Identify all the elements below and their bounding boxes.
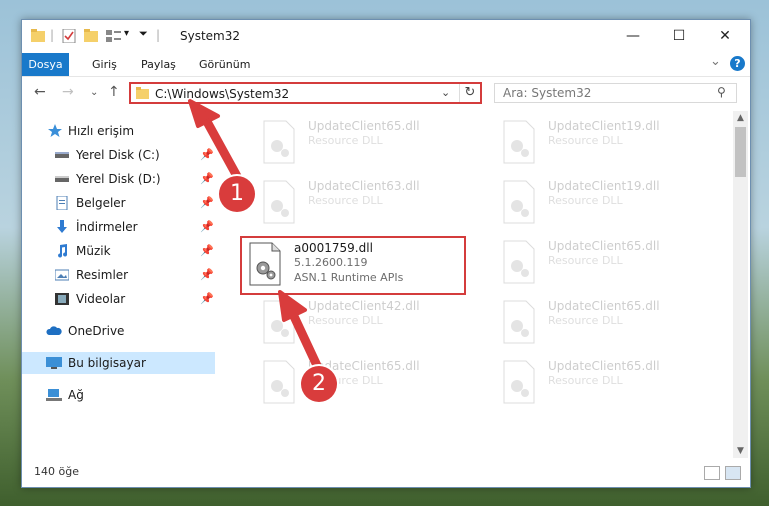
annotation-overlay — [188, 99, 325, 377]
step-1-badge: 1 — [219, 176, 255, 212]
step-2-badge: 2 — [301, 366, 337, 402]
